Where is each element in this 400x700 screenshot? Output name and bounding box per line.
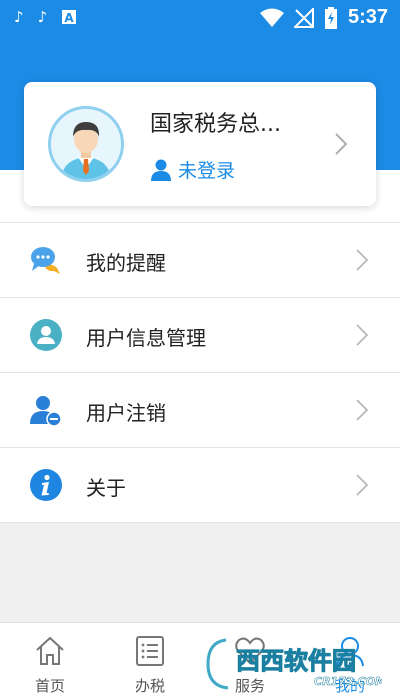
app-notification-icon: A	[62, 10, 77, 25]
watermark-text: 西西软件园	[236, 647, 356, 675]
person-avatar-icon	[61, 122, 111, 179]
login-status[interactable]: 未登录	[150, 156, 235, 183]
battery-charging-icon	[324, 6, 337, 29]
tab-label: 首页	[34, 677, 65, 695]
menu-item-about[interactable]: 关于	[0, 448, 400, 523]
profile-card[interactable]: 国家税务总... 未登录	[24, 82, 376, 206]
user-circle-icon	[30, 319, 62, 351]
tiktok-notification-icon: ♪	[14, 8, 24, 26]
menu-item-logout[interactable]: 用户注销	[0, 373, 400, 448]
status-bar: ♪ ♪ A 5:37	[0, 0, 400, 36]
chevron-right-icon	[335, 133, 348, 155]
svg-text:A: A	[65, 11, 75, 25]
tab-home[interactable]: 首页	[0, 623, 100, 700]
info-icon	[30, 469, 62, 501]
home-icon	[36, 636, 64, 665]
login-status-label: 未登录	[178, 160, 236, 182]
list-icon	[136, 636, 164, 666]
menu-item-user-info[interactable]: 用户信息管理	[0, 298, 400, 373]
status-clock: 5:37	[347, 6, 388, 28]
chat-bubble-icon	[31, 247, 60, 274]
chevron-right-icon	[356, 474, 368, 496]
chevron-right-icon	[356, 249, 368, 271]
menu-item-label: 关于	[86, 476, 126, 500]
chevron-right-icon	[356, 399, 368, 421]
wifi-icon	[259, 8, 284, 27]
watermark-subtext: CR173.COM	[314, 675, 382, 688]
no-signal-icon	[293, 7, 314, 28]
watermark-logo: 西西软件园 CR173.COM	[206, 638, 382, 690]
tiktok-notification-icon: ♪	[37, 8, 48, 26]
avatar	[48, 106, 124, 182]
user-icon	[151, 159, 171, 181]
org-name: 国家税务总...	[150, 112, 281, 137]
tab-tax[interactable]: 办税	[100, 623, 200, 700]
menu-item-label: 我的提醒	[86, 251, 166, 275]
menu-item-reminders[interactable]: 我的提醒	[0, 223, 400, 298]
chevron-right-icon	[356, 324, 368, 346]
tab-label: 办税	[134, 677, 165, 695]
menu-item-label: 用户信息管理	[86, 326, 206, 350]
menu-item-label: 用户注销	[86, 401, 166, 425]
user-remove-icon	[30, 396, 62, 426]
settings-menu: 我的提醒 用户信息管理 用户注销 关于	[0, 222, 400, 523]
